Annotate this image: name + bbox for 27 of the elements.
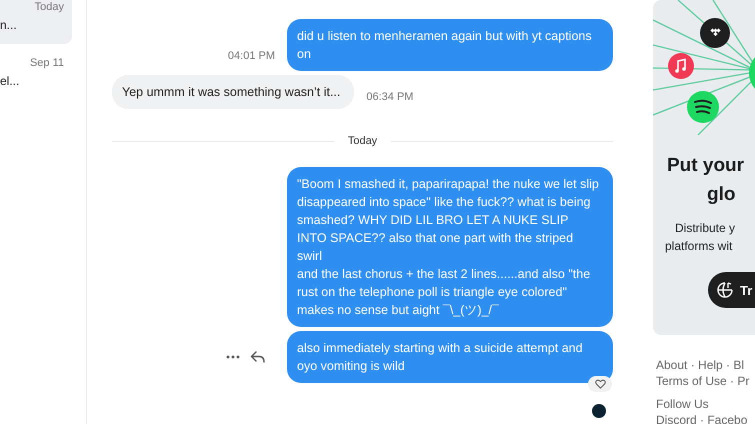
promo-headline-line: Put your bbox=[667, 154, 744, 178]
promo-description-line: Distribute y bbox=[675, 220, 736, 237]
footer-links[interactable]: Terms of Use · Pr bbox=[656, 373, 755, 389]
conversation-time: Today bbox=[34, 1, 64, 13]
message-time: 04:01 PM bbox=[228, 50, 275, 62]
promo-button[interactable]: Tr bbox=[708, 272, 755, 308]
conversation-item[interactable]: Today n... bbox=[0, 0, 72, 44]
sent-message-bubble: did u listen to menheramen again but with yt captions on bbox=[287, 19, 613, 71]
conversation-preview: el... bbox=[0, 74, 20, 88]
more-options-icon[interactable] bbox=[226, 355, 240, 359]
conversation-preview: n... bbox=[0, 18, 18, 32]
promo-description-line: platforms wit bbox=[665, 238, 732, 255]
globe-music-icon bbox=[716, 281, 734, 299]
social-links[interactable]: Discord · Facebo bbox=[656, 412, 755, 424]
promo-headline-line: glo bbox=[707, 183, 736, 207]
reply-icon[interactable] bbox=[250, 350, 265, 364]
sent-message-bubble: also immediately starting with a suicide attempt and oyo vomiting is wild bbox=[287, 331, 613, 383]
footer-links[interactable]: About · Help · Bl bbox=[656, 357, 755, 373]
sent-message-bubble: "Boom I smashed it, paparirapapa! the nuke we let slip disappeared into space" like the fuck?? what is being smashed? WHY DID LIL BRO LET A NUKE SLIP INTO SPACE?? also that one part with the striped swirl and the last chorus + the last 2 lines......and also "the rust on the telephone poll is triangle eye colored" makes no sense but aight ¯\_(ツ)_/¯ bbox=[287, 167, 613, 327]
message-time: 06:34 PM bbox=[366, 91, 414, 103]
conversation-item[interactable]: Sep 11 el... bbox=[0, 56, 72, 100]
follow-us-label: Follow Us bbox=[656, 396, 710, 412]
received-message-bubble: Yep ummm it was something wasn’t it... bbox=[112, 75, 354, 109]
heart-icon bbox=[594, 379, 606, 389]
reaction-button[interactable] bbox=[588, 376, 612, 392]
date-divider-label: Today bbox=[348, 135, 378, 147]
conversation-time: Sep 11 bbox=[30, 57, 64, 69]
